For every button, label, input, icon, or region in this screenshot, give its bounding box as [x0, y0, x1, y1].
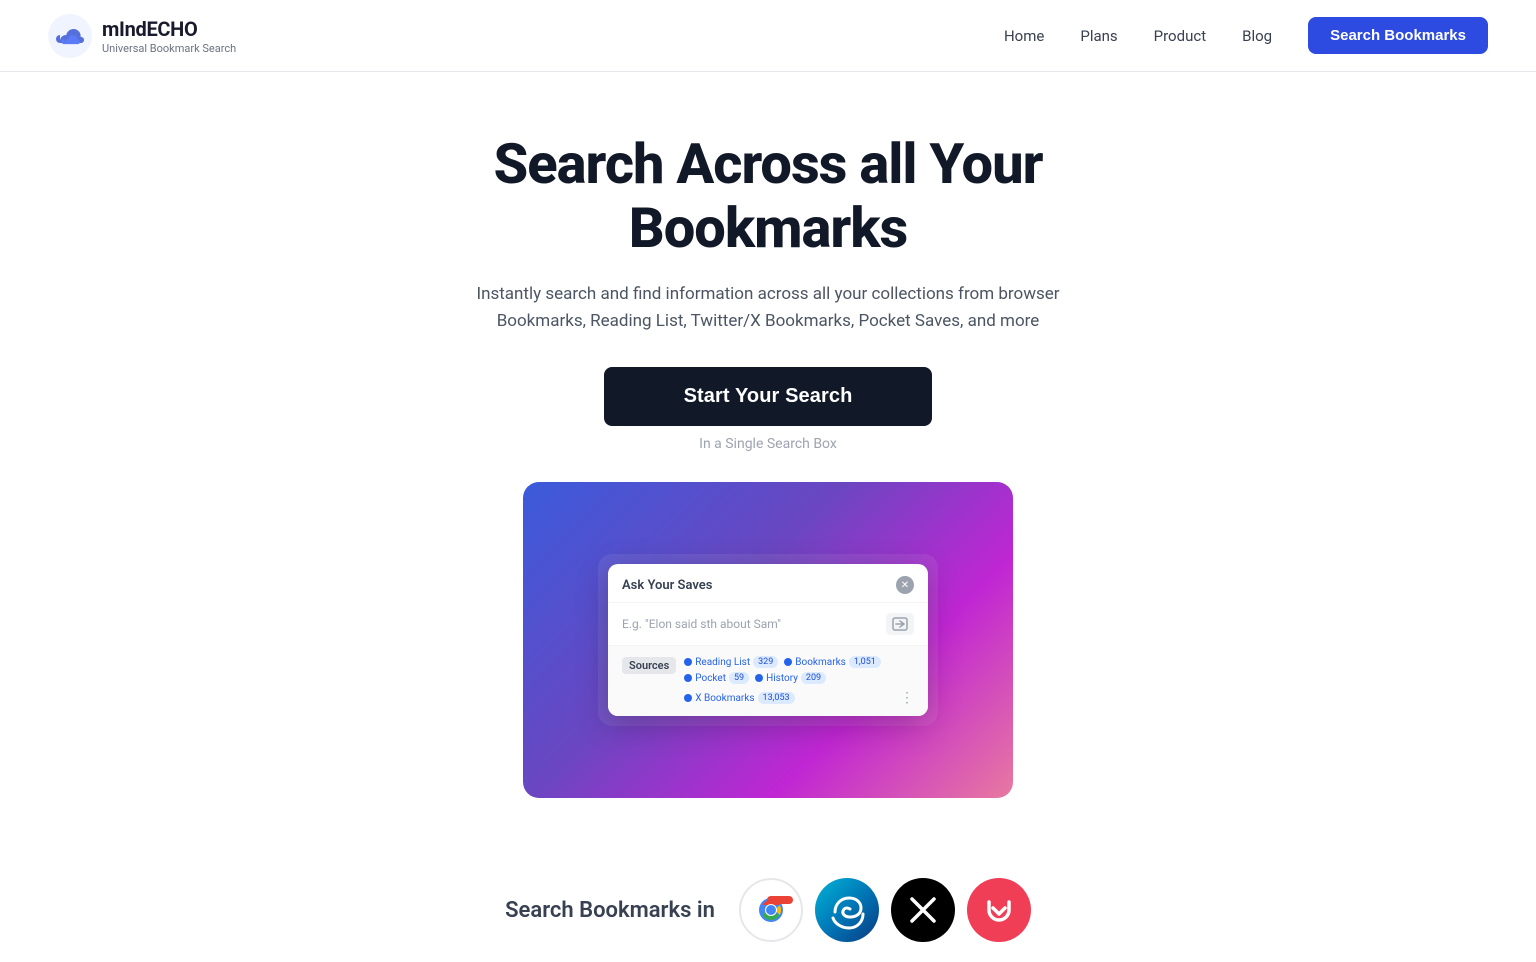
nav-product[interactable]: Product — [1154, 27, 1206, 45]
x-bookmarks-count: 13,053 — [758, 692, 795, 704]
dialog-send-button[interactable] — [886, 613, 914, 635]
nav-blog[interactable]: Blog — [1242, 27, 1272, 45]
search-hint: In a Single Search Box — [699, 436, 837, 452]
sources-row-1: Reading List 329 Bookmarks 1,051 — [684, 656, 914, 668]
site-header: mIndECHO Universal Bookmark Search Home … — [0, 0, 1536, 72]
history-count: 209 — [801, 672, 826, 684]
logo-text-area: mIndECHO Universal Bookmark Search — [102, 17, 236, 55]
bottom-text: Search Bookmarks in — [505, 898, 715, 923]
reading-list-count: 329 — [753, 656, 778, 668]
nav-plans[interactable]: Plans — [1080, 27, 1117, 45]
bookmarks-count: 1,051 — [849, 656, 881, 668]
main-nav: Home Plans Product Blog Search Bookmarks — [1004, 17, 1488, 54]
reading-list-tag: Reading List 329 — [684, 656, 778, 668]
logo-area: mIndECHO Universal Bookmark Search — [48, 14, 236, 58]
hero-subtitle: Instantly search and find information ac… — [476, 281, 1059, 335]
bottom-section: Search Bookmarks in — [0, 838, 1536, 962]
dialog-title: Ask Your Saves — [622, 578, 713, 593]
start-search-button[interactable]: Start Your Search — [604, 367, 933, 426]
logo-subtitle: Universal Bookmark Search — [102, 42, 236, 55]
dialog-sources: Sources Reading List 329 Bookmarks — [608, 646, 928, 716]
dialog-search-row: E.g. "Elon said sth about Sam" — [608, 603, 928, 646]
chrome-icon — [739, 878, 803, 942]
hero-title: Search Across all Your Bookmarks — [368, 132, 1168, 261]
sources-label: Sources — [622, 657, 676, 674]
logo-name: mIndECHO — [102, 17, 236, 41]
pocket-tag: Pocket 59 — [684, 672, 749, 684]
demo-container: Ask Your Saves ✕ E.g. "Elon said sth abo… — [523, 482, 1013, 798]
logo-icon — [48, 14, 92, 58]
history-tag: History 209 — [755, 672, 826, 684]
sources-row-2: Pocket 59 History 209 X Bookmarks — [684, 672, 914, 706]
x-bookmarks-tag: X Bookmarks 13,053 — [684, 692, 794, 704]
browser-icons — [739, 878, 1031, 942]
pocket-count: 59 — [729, 672, 749, 684]
dialog-close-button[interactable]: ✕ — [896, 576, 914, 594]
sources-more-button[interactable]: ⋮ — [900, 690, 914, 706]
twitter-x-icon — [891, 878, 955, 942]
pocket-icon — [967, 878, 1031, 942]
header-cta-button[interactable]: Search Bookmarks — [1308, 17, 1488, 54]
sources-tags: Reading List 329 Bookmarks 1,051 — [684, 656, 914, 706]
bookmarks-tag: Bookmarks 1,051 — [784, 656, 881, 668]
dialog-header: Ask Your Saves ✕ — [608, 564, 928, 603]
edge-icon — [815, 878, 879, 942]
main-content: Search Across all Your Bookmarks Instant… — [0, 72, 1536, 838]
demo-inner: Ask Your Saves ✕ E.g. "Elon said sth abo… — [598, 554, 938, 726]
nav-home[interactable]: Home — [1004, 27, 1044, 45]
search-dialog: Ask Your Saves ✕ E.g. "Elon said sth abo… — [608, 564, 928, 716]
dialog-placeholder: E.g. "Elon said sth about Sam" — [622, 617, 878, 631]
